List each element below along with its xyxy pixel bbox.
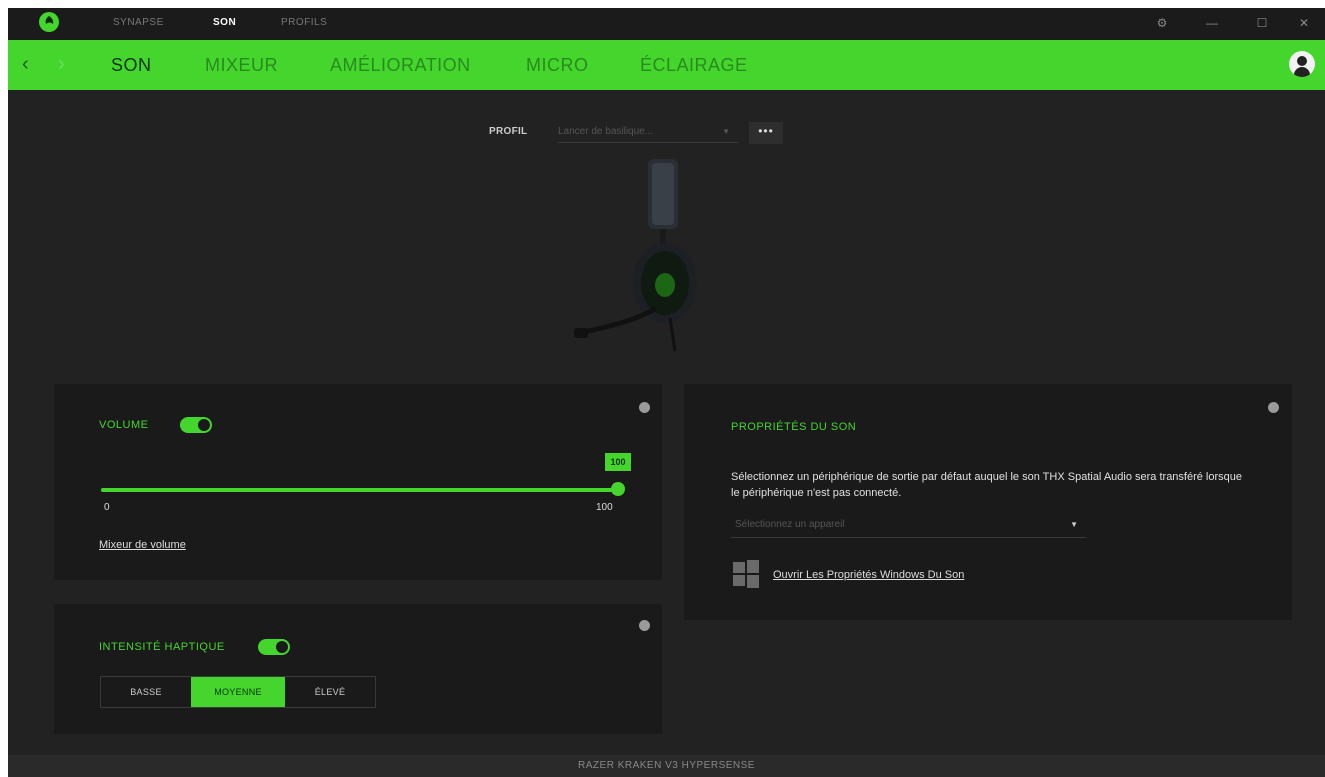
nav-tab-eclairage[interactable]: ÉCLAIRAGE — [640, 55, 748, 76]
windows-sound-properties-link[interactable]: Ouvrir Les Propriétés Windows Du Son — [773, 569, 964, 581]
windows-logo-icon — [733, 560, 759, 588]
back-arrow-icon[interactable]: ‹ — [22, 53, 29, 76]
nav-tab-mixeur[interactable]: MIXEUR — [205, 55, 278, 76]
haptic-option-basse[interactable]: BASSE — [101, 677, 191, 707]
haptic-option-moyenne[interactable]: MOYENNE — [191, 677, 285, 707]
device-name-footer: RAZER KRAKEN V3 HYPERSENSE — [8, 755, 1325, 777]
user-avatar[interactable] — [1289, 51, 1315, 77]
nav-tab-amelioration[interactable]: AMÉLIORATION — [330, 55, 471, 76]
nav-tab-micro[interactable]: MICRO — [526, 55, 589, 76]
volume-slider-track[interactable] — [101, 488, 618, 492]
top-tab-synapse[interactable]: SYNAPSE — [113, 17, 164, 28]
top-tab-profils[interactable]: PROFILS — [281, 17, 327, 28]
maximize-icon[interactable]: ☐ — [1254, 15, 1270, 31]
volume-mixer-link[interactable]: Mixeur de volume — [99, 539, 186, 551]
volume-min-label: 0 — [104, 502, 110, 513]
settings-icon[interactable]: ⚙ — [1154, 15, 1170, 31]
info-icon[interactable] — [639, 402, 650, 413]
info-icon[interactable] — [1268, 402, 1279, 413]
haptic-intensity-selector: BASSE MOYENNE ÉLEVÉ — [100, 676, 376, 708]
volume-max-label: 100 — [596, 502, 613, 513]
haptic-option-eleve[interactable]: ÉLEVÉ — [285, 677, 375, 707]
title-bar: SYNAPSE SON PROFILS ⚙ — ☐ ✕ — [8, 8, 1325, 40]
volume-toggle[interactable] — [180, 417, 212, 433]
chevron-down-icon: ▼ — [722, 127, 730, 136]
nav-tab-son[interactable]: SON — [111, 55, 152, 76]
volume-label: VOLUME — [99, 419, 149, 431]
chevron-down-icon: ▼ — [1070, 520, 1078, 529]
output-device-placeholder: Sélectionnez un appareil — [735, 519, 845, 530]
haptic-panel — [54, 604, 662, 734]
haptic-toggle[interactable] — [258, 639, 290, 655]
profile-dropdown-value: Lancer de basilique... — [558, 126, 654, 137]
volume-slider-thumb[interactable] — [611, 482, 625, 496]
close-icon[interactable]: ✕ — [1296, 15, 1312, 31]
razer-logo-icon — [39, 12, 59, 32]
section-nav-bar: ‹ › SON MIXEUR AMÉLIORATION MICRO ÉCLAIR… — [8, 40, 1325, 90]
profile-dropdown[interactable]: Lancer de basilique... ▼ — [558, 122, 738, 143]
profile-label: PROFIL — [489, 126, 528, 137]
sound-properties-description: Sélectionnez un périphérique de sortie p… — [731, 471, 1243, 499]
sound-properties-title: PROPRIÉTÉS DU SON — [731, 421, 857, 433]
haptic-label: INTENSITÉ HAPTIQUE — [99, 641, 225, 653]
info-icon[interactable] — [639, 620, 650, 631]
app-window: SYNAPSE SON PROFILS ⚙ — ☐ ✕ ‹ › SON MIXE… — [8, 8, 1325, 777]
headset-image — [574, 159, 697, 352]
forward-arrow-icon[interactable]: › — [58, 53, 65, 76]
sound-properties-panel — [684, 384, 1292, 620]
top-tab-son[interactable]: SON — [213, 17, 236, 28]
profile-more-button[interactable]: ••• — [749, 122, 783, 144]
output-device-dropdown[interactable]: Sélectionnez un appareil ▼ — [731, 514, 1086, 538]
volume-value-badge: 100 — [605, 453, 631, 471]
minimize-icon[interactable]: — — [1204, 15, 1220, 31]
